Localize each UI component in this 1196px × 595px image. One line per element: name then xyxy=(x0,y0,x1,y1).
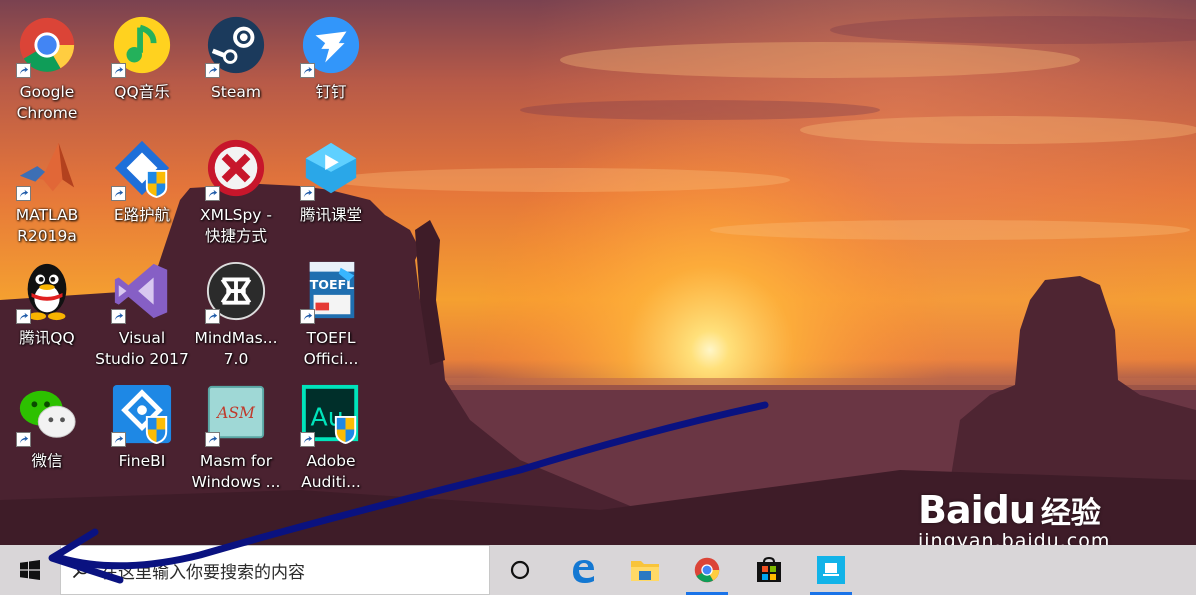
watermark-url: jingyan.baidu.com xyxy=(918,530,1111,545)
audition-icon: Au xyxy=(300,383,362,447)
tencent-classroom-icon xyxy=(300,137,362,201)
edge-icon xyxy=(573,560,594,583)
icon-label: XMLSpy - 快捷方式 xyxy=(200,206,272,245)
shortcut-arrow-icon xyxy=(300,432,315,447)
desktop-icon-finebi[interactable]: FineBI xyxy=(96,383,188,472)
shortcut-arrow-icon xyxy=(205,432,220,447)
desktop-icon-e-escort[interactable]: E路护航 xyxy=(96,137,188,226)
shortcut-arrow-icon xyxy=(111,186,126,201)
desktop-icon-audition[interactable]: Au Adobe Auditi... xyxy=(285,383,377,493)
masm-icon: ASM xyxy=(205,383,267,447)
icon-label: 微信 xyxy=(31,452,63,470)
wechat-icon xyxy=(16,383,78,447)
chrome-icon xyxy=(16,14,78,78)
desktop-icon-steam[interactable]: Steam xyxy=(190,14,282,103)
xmlspy-icon xyxy=(205,137,267,201)
desktop-icon-visual-studio[interactable]: Visual Studio 2017 xyxy=(95,260,189,370)
icon-label: Visual Studio 2017 xyxy=(95,329,189,368)
e-escort-icon xyxy=(111,137,173,201)
desktop-icon-wechat[interactable]: 微信 xyxy=(1,383,93,472)
dingtalk-icon xyxy=(300,14,362,78)
cortana-icon xyxy=(510,560,530,580)
shortcut-arrow-icon xyxy=(300,186,315,201)
shortcut-arrow-icon xyxy=(16,186,31,201)
shortcut-arrow-icon xyxy=(300,63,315,78)
desktop-icon-chrome[interactable]: Google Chrome xyxy=(1,14,93,124)
windows-logo-icon xyxy=(20,560,40,580)
steam-icon xyxy=(205,14,267,78)
shortcut-arrow-icon xyxy=(111,63,126,78)
desktop-icon-dingtalk[interactable]: 钉钉 xyxy=(285,14,377,103)
taskbar: 在这里输入你要搜索的内容 xyxy=(0,545,1196,595)
mindmaster-icon xyxy=(205,260,267,324)
search-icon xyxy=(61,561,101,579)
desktop-icon-qq[interactable]: 腾讯QQ xyxy=(1,260,93,349)
icon-label: Google Chrome xyxy=(16,83,78,122)
file-explorer-button[interactable] xyxy=(620,545,670,595)
shortcut-arrow-icon xyxy=(16,432,31,447)
shortcut-arrow-icon xyxy=(205,63,220,78)
icon-label: FineBI xyxy=(118,452,166,470)
app-taskbar-button[interactable] xyxy=(806,545,856,595)
icon-label: 腾讯QQ xyxy=(19,329,75,347)
matlab-icon xyxy=(16,137,78,201)
shortcut-arrow-icon xyxy=(205,309,220,324)
icon-label: MATLAB R2019a xyxy=(15,206,79,245)
shortcut-arrow-icon xyxy=(16,63,31,78)
watermark-brand: Baidu xyxy=(918,488,1036,532)
icon-label: MindMas... 7.0 xyxy=(194,329,278,368)
icon-label: E路护航 xyxy=(113,206,171,224)
toefl-icon: TOEFL xyxy=(300,260,362,324)
file-explorer-icon xyxy=(631,561,659,581)
desktop-icon-matlab[interactable]: MATLAB R2019a xyxy=(1,137,93,247)
icon-label: QQ音乐 xyxy=(114,83,170,101)
search-input[interactable]: 在这里输入你要搜索的内容 xyxy=(60,545,490,595)
shortcut-arrow-icon xyxy=(300,309,315,324)
desktop-icon-xmlspy[interactable]: XMLSpy - 快捷方式 xyxy=(190,137,282,247)
chrome-taskbar-button[interactable] xyxy=(682,545,732,595)
desktop-icon-qq-music[interactable]: QQ音乐 xyxy=(96,14,188,103)
store-icon xyxy=(757,556,781,582)
desktop[interactable]: Google Chrome QQ音乐 Steam 钉钉 MATLAB R2019… xyxy=(0,0,1196,545)
icon-label: Adobe Auditi... xyxy=(301,452,361,491)
icon-label: TOEFL Offici... xyxy=(303,329,359,368)
app-icon xyxy=(817,556,845,584)
icon-label: Steam xyxy=(210,83,262,101)
search-placeholder: 在这里输入你要搜索的内容 xyxy=(101,562,305,583)
icon-label: Masm for Windows ... xyxy=(191,452,281,491)
visual-studio-icon xyxy=(111,260,173,324)
chrome-icon xyxy=(694,557,720,583)
store-button[interactable] xyxy=(744,545,794,595)
shortcut-arrow-icon xyxy=(205,186,220,201)
shortcut-arrow-icon xyxy=(111,309,126,324)
finebi-icon xyxy=(111,383,173,447)
desktop-icon-tencent-classroom[interactable]: 腾讯课堂 xyxy=(285,137,377,226)
shortcut-arrow-icon xyxy=(16,309,31,324)
baidu-watermark: Baidu 经验 jingyan.baidu.com xyxy=(918,488,1110,545)
icon-label: 腾讯课堂 xyxy=(299,206,362,224)
edge-button[interactable] xyxy=(558,545,608,595)
desktop-icon-masm[interactable]: ASM Masm for Windows ... xyxy=(190,383,282,493)
masm-text: ASM xyxy=(215,404,256,422)
desktop-icon-toefl[interactable]: TOEFL TOEFL Offici... xyxy=(285,260,377,370)
watermark-brand-suffix: 经验 xyxy=(1040,496,1101,531)
qq-penguin-icon xyxy=(16,260,78,324)
shortcut-arrow-icon xyxy=(111,432,126,447)
qq-music-icon xyxy=(111,14,173,78)
desktop-icon-mindmaster[interactable]: MindMas... 7.0 xyxy=(190,260,282,370)
icon-label: 钉钉 xyxy=(315,83,347,101)
start-button[interactable] xyxy=(0,545,60,595)
cortana-button[interactable] xyxy=(495,545,545,595)
